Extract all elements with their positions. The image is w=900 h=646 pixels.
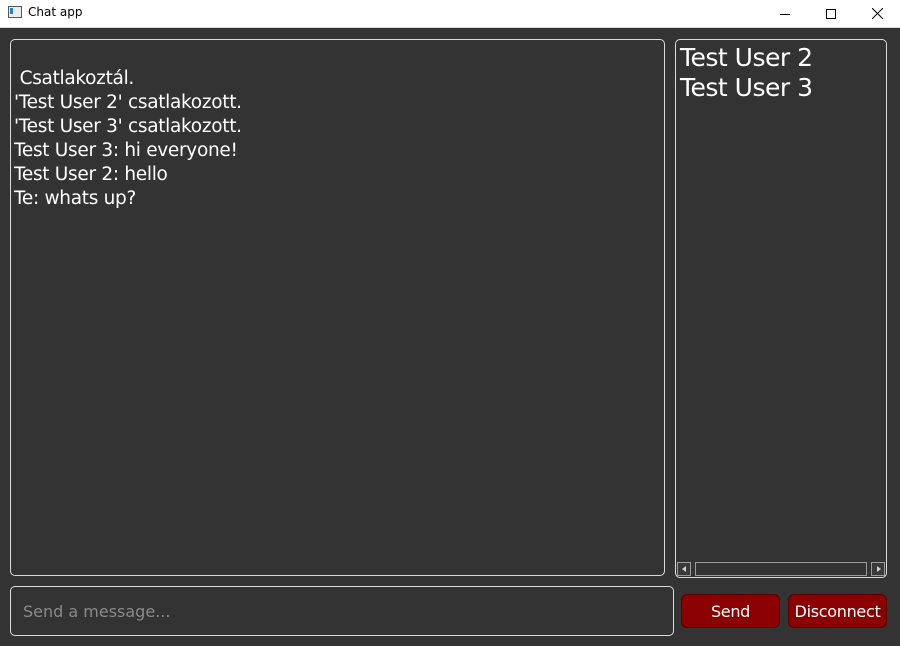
chat-log[interactable]: Csatlakoztál. 'Test User 2' csatlakozott…	[10, 39, 665, 576]
chat-message: Csatlakoztál.	[14, 68, 135, 89]
scroll-left-icon[interactable]	[677, 562, 691, 576]
app-window-icon	[8, 6, 22, 18]
user-list-item[interactable]: Test User 2	[676, 43, 886, 73]
user-list-item[interactable]: Test User 3	[676, 73, 886, 103]
chat-message: Test User 2: hello	[14, 164, 168, 185]
user-list[interactable]: Test User 2 Test User 3	[675, 39, 887, 578]
close-icon[interactable]	[854, 0, 900, 27]
window-title: Chat app	[28, 5, 83, 19]
disconnect-button[interactable]: Disconnect	[788, 594, 887, 628]
minimize-icon[interactable]	[762, 0, 808, 27]
message-input[interactable]	[10, 586, 674, 636]
chat-message: 'Test User 2' csatlakozott.	[14, 92, 242, 113]
chat-app-window: Chat app Csatlakoztál. 'Test User 2' csa…	[0, 0, 900, 646]
send-button[interactable]: Send	[681, 594, 780, 628]
chat-message: Test User 3: hi everyone!	[14, 140, 238, 161]
scroll-right-icon[interactable]	[871, 562, 885, 576]
chat-message: Te: whats up?	[14, 188, 137, 209]
title-bar: Chat app	[0, 0, 900, 28]
maximize-icon[interactable]	[808, 0, 854, 27]
horizontal-scrollbar[interactable]	[677, 562, 885, 576]
chat-message: 'Test User 3' csatlakozott.	[14, 116, 242, 137]
scrollbar-track[interactable]	[695, 562, 867, 576]
